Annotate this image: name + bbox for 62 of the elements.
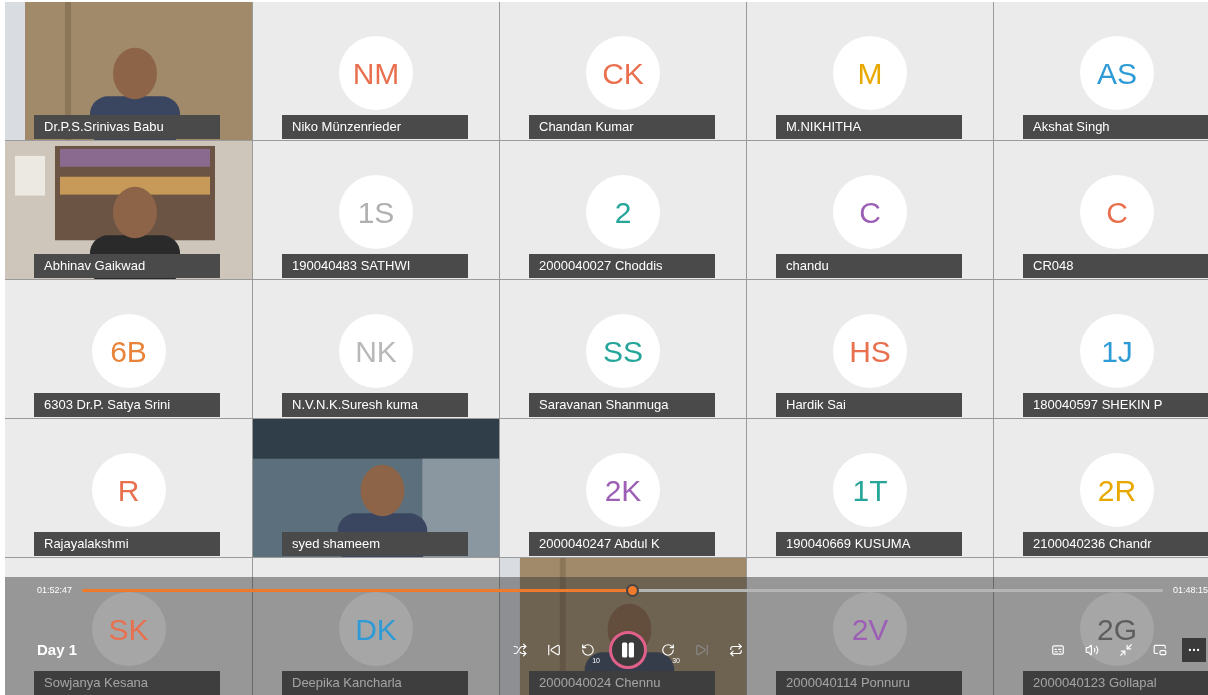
name-label: 2100040236 Chandr — [1023, 532, 1208, 556]
avatar: AS — [1080, 36, 1154, 110]
name-label: Saravanan Shanmuga — [529, 393, 715, 417]
name-label: 190040669 KUSUMA — [776, 532, 962, 556]
avatar: C — [833, 175, 907, 249]
avatar: R — [91, 453, 166, 527]
name-label: 180040597 SHEKIN P — [1023, 393, 1208, 417]
rewind-icon — [581, 643, 595, 657]
name-label: Chandan Kumar — [529, 115, 715, 139]
avatar: SK — [91, 592, 166, 666]
name-label: Abhinav Gaikwad — [34, 254, 220, 278]
repeat-icon — [729, 643, 743, 657]
avatar: DK — [339, 592, 413, 666]
name-label: CR048 — [1023, 254, 1208, 278]
name-label: Akshat Singh — [1023, 115, 1208, 139]
progress-bar[interactable] — [82, 584, 1163, 598]
avatar: 1T — [833, 453, 907, 527]
avatar: 2 — [586, 175, 660, 249]
name-label: chandu — [776, 254, 962, 278]
previous-icon — [547, 643, 561, 657]
pause-icon — [619, 641, 637, 659]
avatar: CK — [586, 36, 660, 110]
name-label: 2000040123 Gollapal — [1023, 671, 1208, 695]
name-label: M.NIKHITHA — [776, 115, 962, 139]
captions-icon — [1051, 643, 1065, 657]
name-label: Niko Münzenrieder — [282, 115, 468, 139]
avatar: HS — [833, 314, 907, 388]
remaining-time: 01:48:15 — [1172, 584, 1208, 598]
name-label: Deepika Kancharla — [282, 671, 468, 695]
name-label: Hardik Sai — [776, 393, 962, 417]
name-label: syed shameem — [282, 532, 468, 556]
avatar: 2G — [1080, 592, 1154, 666]
name-label: Rajayalakshmi — [34, 532, 220, 556]
name-label: 2000040247 Abdul K — [529, 532, 715, 556]
forward-icon — [661, 643, 675, 657]
name-label: Dr.P.S.Srinivas Babu — [34, 115, 220, 139]
video-title: Day 1 — [37, 639, 79, 660]
avatar: 1S — [339, 175, 413, 249]
shuffle-icon — [513, 643, 527, 657]
popout-icon — [1153, 643, 1167, 657]
name-label: Sowjanya Kesana — [34, 671, 220, 695]
volume-icon — [1085, 643, 1099, 657]
name-label: 190040483 SATHWI — [282, 254, 468, 278]
avatar: 1J — [1080, 314, 1154, 388]
avatar: NK — [339, 314, 413, 388]
name-label: 2000040027 Choddis — [529, 254, 715, 278]
name-label: 2000040114 Ponnuru — [776, 671, 962, 695]
avatar: M — [833, 36, 907, 110]
avatar: 2V — [833, 592, 907, 666]
more-button[interactable] — [1182, 638, 1206, 662]
avatar: 2R — [1080, 453, 1154, 527]
name-label: 2000040024 Chennu — [529, 671, 715, 695]
elapsed-time: 01:52:47 — [37, 584, 73, 598]
avatar: C — [1080, 175, 1154, 249]
avatar: 6B — [91, 314, 166, 388]
name-label: N.V.N.K.Suresh kuma — [282, 393, 468, 417]
name-label: 6303 Dr.P. Satya Srini — [34, 393, 220, 417]
avatar: 2K — [586, 453, 660, 527]
next-icon — [695, 643, 709, 657]
avatar: SS — [586, 314, 660, 388]
minimize-icon — [1119, 643, 1133, 657]
avatar: NM — [339, 36, 413, 110]
